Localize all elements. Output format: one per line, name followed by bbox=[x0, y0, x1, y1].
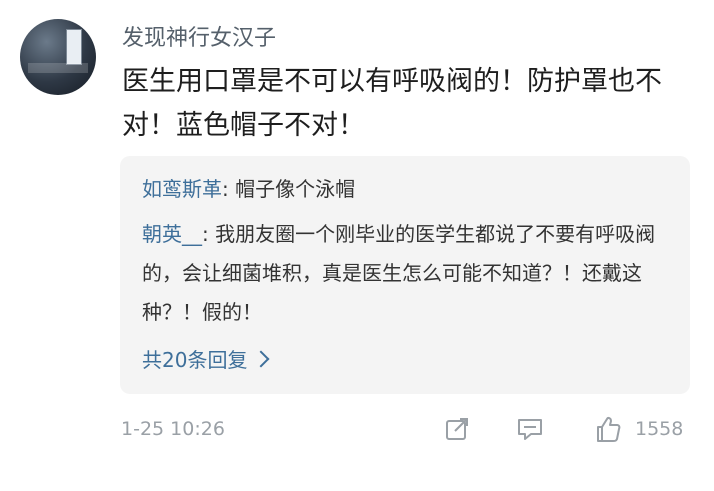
more-replies-label: 共20条回复 bbox=[142, 348, 248, 372]
reply-text: 帽子像个泳帽 bbox=[235, 177, 356, 201]
timestamp: 1-25 10:26 bbox=[121, 418, 225, 440]
reply-colon: : bbox=[222, 177, 236, 201]
user-avatar[interactable] bbox=[20, 19, 96, 95]
reply-item-2[interactable]: 朝英__: 我朋友圈一个刚毕业的医学生都说了不要有呼吸阀的，会让细菌堆积，真是医… bbox=[142, 215, 682, 332]
reply-author[interactable]: 如鸾斯革 bbox=[142, 177, 222, 201]
username[interactable]: 发现神行女汉子 bbox=[122, 20, 276, 52]
like-icon[interactable] bbox=[590, 412, 624, 446]
comment-icon[interactable] bbox=[513, 412, 547, 446]
avatar-bar-shape bbox=[28, 63, 88, 73]
reply-box[interactable]: 如鸾斯革: 帽子像个泳帽 朝英__: 我朋友圈一个刚毕业的医学生都说了不要有呼吸… bbox=[120, 156, 690, 394]
reply-item-1[interactable]: 如鸾斯革: 帽子像个泳帽 bbox=[142, 173, 355, 205]
reply-colon: : bbox=[202, 222, 216, 246]
like-count: 1558 bbox=[635, 418, 684, 440]
reply-text: 我朋友圈一个刚毕业的医学生都说了不要有呼吸阀的，会让细菌堆积，真是医生怎么可能不… bbox=[142, 222, 656, 324]
share-icon[interactable] bbox=[440, 412, 474, 446]
comment-text: 医生用口罩是不可以有呼吸阀的！防护罩也不对！蓝色帽子不对！ bbox=[122, 66, 662, 141]
reply-author[interactable]: 朝英__ bbox=[142, 222, 202, 246]
avatar-sign-shape bbox=[66, 29, 82, 65]
chevron-right-icon bbox=[252, 350, 270, 367]
more-replies-link[interactable]: 共20条回复 bbox=[142, 344, 270, 373]
